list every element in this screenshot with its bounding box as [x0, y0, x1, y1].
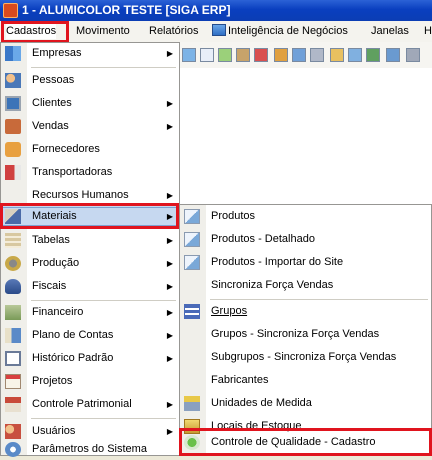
menu-item-projetos[interactable]: Projetos — [1, 371, 179, 392]
history-icon — [5, 351, 21, 366]
toolbar — [180, 42, 432, 69]
supplier-icon — [5, 142, 21, 157]
toolbar-icon-10[interactable] — [348, 48, 362, 62]
submenu-arrow-icon: ▶ — [166, 331, 173, 340]
submenu-item-produtos-importar[interactable]: Produtos - Importar do Site — [180, 252, 431, 273]
toolbar-icon-8[interactable] — [310, 48, 324, 62]
app-icon — [3, 3, 18, 18]
window-title: 1 - ALUMICOLOR TESTE [SIGA ERP] — [22, 3, 231, 17]
toolbar-icon-3[interactable] — [218, 48, 232, 62]
menu-item-pessoas[interactable]: Pessoas — [1, 70, 179, 91]
submenu-item-fabricantes[interactable]: Fabricantes — [180, 370, 431, 391]
menu-inteligencia-label: Inteligência de Negócios — [228, 25, 348, 37]
menu-item-parametros-do-sistema[interactable]: Parâmetros do Sistema — [1, 439, 179, 460]
toolbar-icon-5[interactable] — [254, 48, 268, 62]
groups-icon — [184, 304, 200, 319]
submenu-arrow-icon: ▶ — [166, 282, 173, 291]
house-icon — [5, 397, 21, 412]
cadastros-menu: Empresas ▶ Pessoas Clientes ▶ Vendas ▶ F… — [0, 42, 180, 457]
submenu-arrow-icon: ▶ — [166, 236, 173, 245]
menu-item-tabelas[interactable]: Tabelas ▶ — [1, 230, 179, 251]
toolbar-icon-7[interactable] — [292, 48, 306, 62]
product-detail-icon — [184, 232, 200, 247]
menu-item-producao[interactable]: Produção ▶ — [1, 253, 179, 274]
submenu-item-produtos-detalhado[interactable]: Produtos - Detalhado — [180, 229, 431, 250]
scale-icon — [184, 396, 200, 411]
submenu-arrow-icon: ▶ — [166, 308, 173, 317]
toolbar-icon-2[interactable] — [200, 48, 214, 62]
submenu-arrow-icon: ▶ — [166, 191, 173, 200]
menu-item-recursos-humanos[interactable]: Recursos Humanos ▶ — [1, 185, 179, 206]
briefcase-icon — [5, 119, 21, 134]
menu-item-materiais[interactable]: Materiais ▶ — [1, 206, 179, 227]
menu-item-fornecedores[interactable]: Fornecedores — [1, 139, 179, 160]
dashboard-icon — [212, 24, 226, 36]
settings-icon — [5, 442, 21, 457]
menu-item-historico-padrao[interactable]: Histórico Padrão ▶ — [1, 348, 179, 369]
tables-icon — [5, 233, 21, 248]
submenu-arrow-icon: ▶ — [166, 122, 173, 131]
submenu-item-grupos-sincroniza[interactable]: Grupos - Sincroniza Força Vendas — [180, 324, 431, 345]
menu-bar: Cadastros Movimento Relatórios Inteligên… — [0, 21, 432, 43]
submenu-arrow-icon: ▶ — [166, 212, 173, 221]
truck-icon — [5, 165, 21, 180]
users-icon — [5, 424, 21, 439]
menu-item-clientes[interactable]: Clientes ▶ — [1, 93, 179, 114]
submenu-arrow-icon: ▶ — [166, 99, 173, 108]
submenu-arrow-icon: ▶ — [166, 354, 173, 363]
toolbar-icon-12[interactable] — [386, 48, 400, 62]
chart-accounts-icon — [5, 328, 21, 343]
toolbar-icon-4[interactable] — [236, 48, 250, 62]
submenu-item-sincroniza-forca-vendas[interactable]: Sincroniza Força Vendas — [180, 275, 431, 296]
menu-item-controle-patrimonial[interactable]: Controle Patrimonial ▶ — [1, 394, 179, 415]
submenu-item-produtos[interactable]: Produtos — [180, 206, 431, 227]
submenu-item-subgrupos-sincroniza[interactable]: Subgrupos - Sincroniza Força Vendas — [180, 347, 431, 368]
menu-movimento[interactable]: Movimento — [76, 24, 130, 39]
submenu-arrow-icon: ▶ — [166, 49, 173, 58]
hr-icon — [5, 188, 21, 203]
people-icon — [5, 73, 21, 88]
quality-check-icon — [184, 435, 200, 450]
submenu-item-controle-de-qualidade[interactable]: Controle de Qualidade - Cadastro — [180, 432, 431, 453]
submenu-arrow-icon: ▶ — [166, 259, 173, 268]
materiais-submenu: Produtos Produtos - Detalhado Produtos -… — [179, 204, 432, 456]
toolbar-icon-1[interactable] — [182, 48, 196, 62]
money-icon — [5, 305, 21, 320]
title-bar: 1 - ALUMICOLOR TESTE [SIGA ERP] — [0, 0, 432, 21]
menu-item-vendas[interactable]: Vendas ▶ — [1, 116, 179, 137]
menu-cadastros[interactable]: Cadastros — [6, 24, 57, 39]
menu-item-plano-de-contas[interactable]: Plano de Contas ▶ — [1, 325, 179, 346]
client-monitor-icon — [5, 96, 21, 111]
submenu-item-grupos[interactable]: Grupos — [180, 301, 431, 322]
calendar-icon — [5, 374, 21, 389]
submenu-arrow-icon: ▶ — [166, 400, 173, 409]
menu-item-empresas[interactable]: Empresas ▶ — [1, 43, 179, 64]
submenu-item-unidades-de-medida[interactable]: Unidades de Medida — [180, 393, 431, 414]
box-icon — [5, 209, 21, 224]
toolbar-icon-6[interactable] — [274, 48, 288, 62]
fiscal-icon — [5, 279, 21, 294]
menu-item-transportadoras[interactable]: Transportadoras — [1, 162, 179, 183]
gears-icon — [5, 256, 21, 271]
menu-ajuda[interactable]: H — [424, 24, 432, 39]
buildings-icon — [5, 46, 21, 61]
toolbar-icon-11[interactable] — [366, 48, 380, 62]
toolbar-icon-13[interactable] — [406, 48, 420, 62]
menu-item-fiscais[interactable]: Fiscais ▶ — [1, 276, 179, 297]
menu-janelas[interactable]: Janelas — [371, 24, 409, 39]
menu-relatorios[interactable]: Relatórios — [149, 24, 199, 39]
menu-inteligencia-negocios[interactable]: Inteligência de Negócios — [212, 24, 348, 39]
product-icon — [184, 209, 200, 224]
menu-item-financeiro[interactable]: Financeiro ▶ — [1, 302, 179, 323]
toolbar-icon-9[interactable] — [330, 48, 344, 62]
import-icon — [184, 255, 200, 270]
